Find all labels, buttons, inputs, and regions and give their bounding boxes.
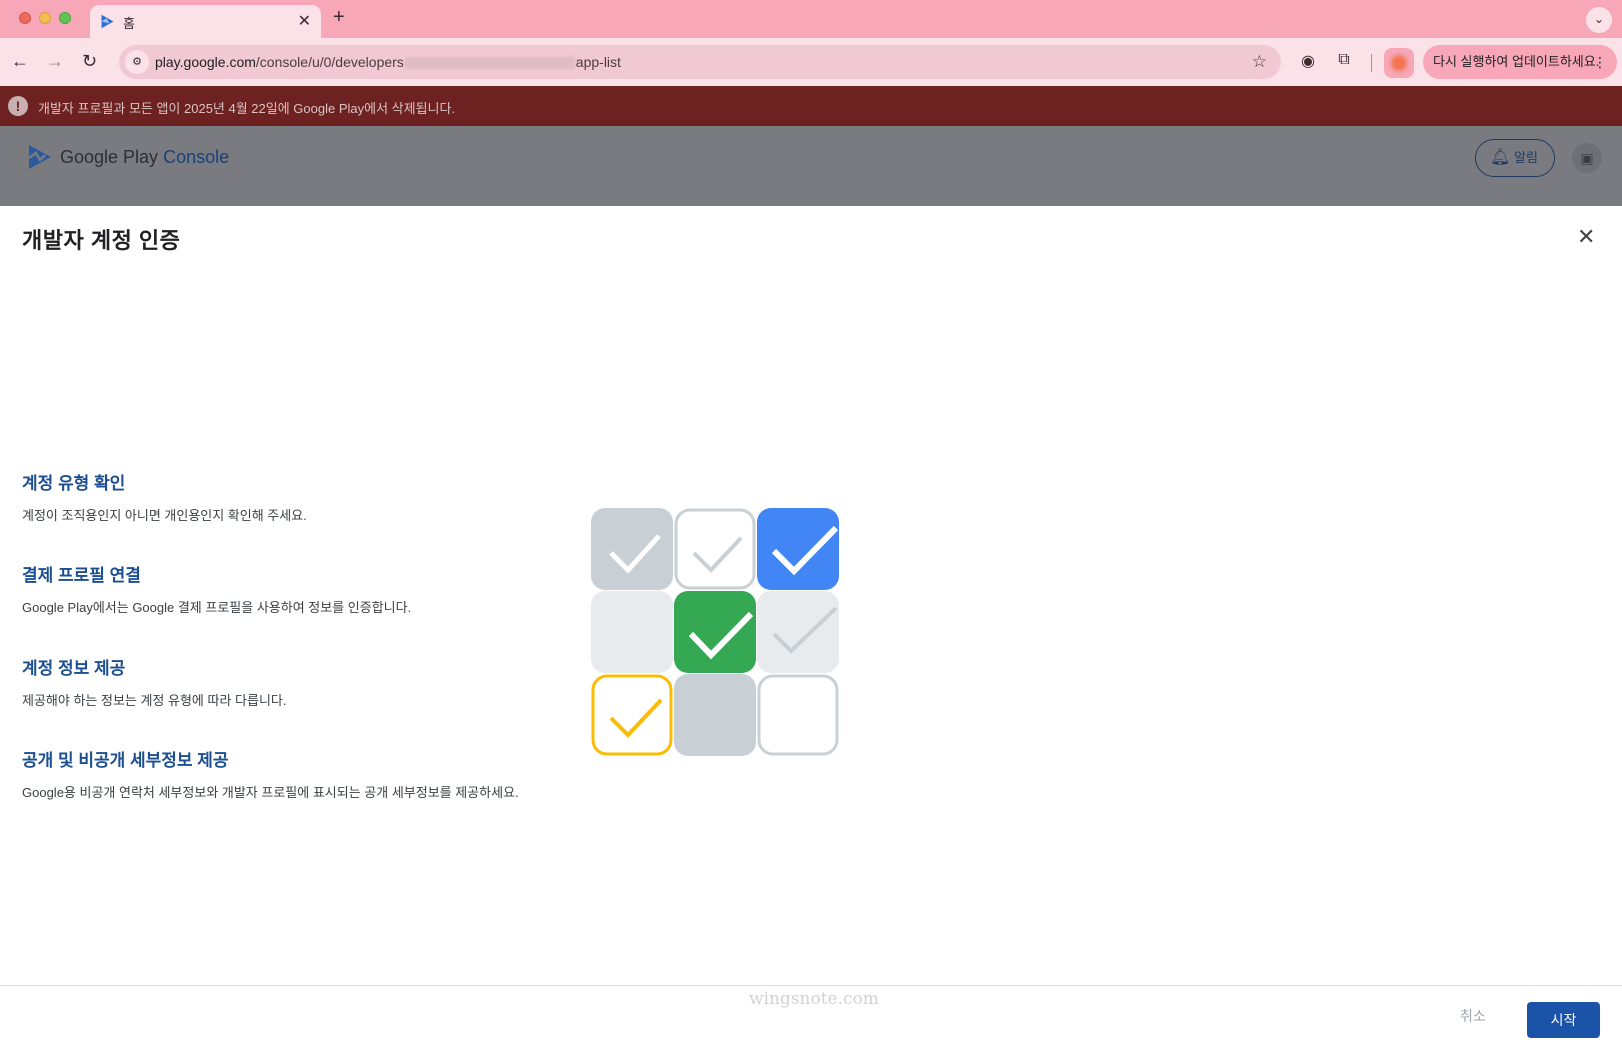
console-logo-text[interactable]: Google Play Console	[60, 147, 229, 168]
light-tile	[591, 591, 673, 673]
step-title: 계정 정보 제공	[22, 659, 126, 678]
step-public-private-details: 공개 및 비공개 세부정보 제공 Google용 비공개 연락처 세부정보와 개…	[22, 746, 582, 801]
step-payments-profile: 결제 프로필 연결 Google Play에서는 Google 결제 프로필을 …	[22, 561, 582, 616]
notifications-button[interactable]: 🔔︎ 알림	[1475, 139, 1555, 177]
start-button[interactable]: 시작	[1527, 1002, 1600, 1038]
cancel-button[interactable]: 취소	[1460, 1006, 1486, 1026]
checkbox-grid-illustration	[591, 508, 839, 756]
outline-check-tile	[674, 508, 756, 590]
deletion-alert-banner: ! 개발자 프로필과 모든 앱이 2025년 4월 22일에 Google Pl…	[0, 86, 1622, 126]
step-account-type: 계정 유형 확인 계정이 조직용인지 아니면 개인용인지 확인해 주세요.	[22, 469, 582, 524]
briefcase-icon[interactable]: ▣	[1572, 143, 1602, 173]
password-manager-icon[interactable]: ◉	[1297, 51, 1319, 73]
forward-arrow-icon[interactable]: →	[46, 51, 64, 72]
profile-avatar[interactable]	[1384, 48, 1414, 78]
tab-title: 홈	[123, 16, 135, 31]
extensions-puzzle-icon[interactable]: ⧉	[1333, 51, 1355, 73]
maximize-window-button[interactable]	[59, 12, 71, 24]
yellow-check-tile	[591, 674, 673, 756]
console-header: Google Play Console 🔔︎ 알림 ▣	[0, 126, 1622, 206]
relaunch-update-button[interactable]: 다시 실행하여 업데이트하세요. ⋮	[1423, 45, 1617, 79]
close-icon[interactable]: ✕	[1577, 224, 1595, 250]
light-check-tile	[757, 591, 839, 673]
reload-icon[interactable]: ↻	[82, 51, 97, 72]
blue-check-tile	[757, 508, 839, 590]
gray-check-tile	[591, 508, 673, 590]
tab-search-chevron-icon[interactable]: ⌄	[1586, 7, 1612, 33]
site-settings-icon[interactable]: ⚙	[125, 50, 149, 74]
browser-toolbar: ← → ↻ ⚙ play.google.com/console/u/0/deve…	[0, 38, 1622, 86]
browser-tab-home[interactable]: 홈 ✕	[90, 5, 321, 38]
dialog-footer: wingsnote.com 취소 시작	[0, 985, 1622, 1051]
redacted-id	[404, 57, 575, 70]
more-menu-icon[interactable]: ⋮	[1593, 45, 1607, 79]
back-arrow-icon[interactable]: ←	[11, 51, 29, 72]
step-description: Google용 비공개 연락처 세부정보와 개발자 프로필에 표시되는 공개 세…	[22, 785, 519, 800]
play-console-logo-icon	[28, 145, 51, 169]
address-bar[interactable]: ⚙ play.google.com/console/u/0/developers…	[119, 45, 1281, 79]
step-description: 계정이 조직용인지 아니면 개인용인지 확인해 주세요.	[22, 508, 307, 523]
green-check-tile	[674, 591, 756, 673]
update-label: 다시 실행하여 업데이트하세요.	[1433, 54, 1600, 69]
empty-outline-tile	[757, 674, 839, 756]
watermark: wingsnote.com	[749, 989, 879, 1009]
tab-close-icon[interactable]: ✕	[298, 11, 311, 31]
browser-tab-strip: 홈 ✕ + ⌄	[0, 0, 1622, 38]
step-description: Google Play에서는 Google 결제 프로필을 사용하여 정보를 인…	[22, 600, 412, 615]
bell-icon: 🔔︎	[1490, 149, 1511, 166]
verification-dialog: 개발자 계정 인증 ✕ 계정 유형 확인 계정이 조직용인지 아니면 개인용인지…	[0, 206, 1622, 1051]
step-account-info: 계정 정보 제공 제공해야 하는 정보는 계정 유형에 따라 다릅니다.	[22, 654, 582, 709]
step-description: 제공해야 하는 정보는 계정 유형에 따라 다릅니다.	[22, 693, 287, 708]
minimize-window-button[interactable]	[39, 12, 51, 24]
play-console-favicon-icon	[101, 14, 114, 29]
alert-text: 개발자 프로필과 모든 앱이 2025년 4월 22일에 Google Play…	[38, 101, 456, 116]
alert-exclamation-icon: !	[8, 96, 28, 116]
step-title: 공개 및 비공개 세부정보 제공	[22, 751, 229, 770]
bookmark-star-icon[interactable]: ☆	[1252, 52, 1267, 72]
avatar-image	[1391, 55, 1407, 71]
notifications-label: 알림	[1514, 150, 1538, 165]
step-title: 결제 프로필 연결	[22, 566, 141, 585]
close-window-button[interactable]	[19, 12, 31, 24]
dialog-title: 개발자 계정 인증	[22, 228, 181, 253]
step-title: 계정 유형 확인	[22, 474, 126, 493]
toolbar-divider	[1371, 54, 1372, 72]
gray-tile	[674, 674, 756, 756]
url-text[interactable]: play.google.com/console/u/0/developers ap…	[155, 54, 621, 70]
new-tab-icon[interactable]: +	[333, 6, 345, 29]
